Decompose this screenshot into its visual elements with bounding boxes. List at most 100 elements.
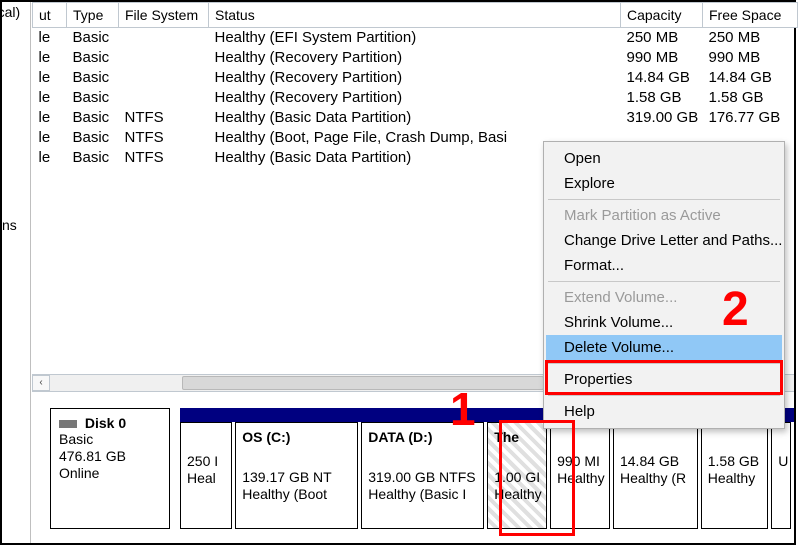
cell-fs (119, 28, 209, 48)
cell-cap: 990 MB (621, 48, 703, 68)
partition-name: OS (C:) (242, 429, 351, 469)
partition-status: Healthy (494, 486, 540, 503)
cell-type: Basic (67, 108, 119, 128)
disk-size: 476.81 GB (59, 448, 161, 465)
menu-shrink[interactable]: Shrink Volume... (546, 310, 782, 335)
partition-name (620, 429, 691, 453)
nav-item-local[interactable]: Local) (2, 2, 20, 22)
partition-status: Healthy (Boot (242, 486, 351, 503)
cell-ut: le (33, 28, 67, 48)
menu-open[interactable]: Open (546, 146, 782, 171)
partition-name: The (494, 429, 540, 469)
partition-status: Healthy (708, 470, 762, 487)
partition-block[interactable]: 1.58 GBHealthy (701, 422, 769, 529)
menu-mark-active: Mark Partition as Active (546, 203, 782, 228)
partition-size: 250 I (187, 453, 225, 470)
partition-name (708, 429, 762, 453)
cell-cap: 14.84 GB (621, 68, 703, 88)
cell-ut: le (33, 128, 67, 148)
scroll-thumb[interactable] (182, 376, 544, 390)
partition-size: 1.58 GB (708, 453, 762, 470)
partition-block[interactable]: 14.84 GBHealthy (R (613, 422, 698, 529)
menu-format[interactable]: Format... (546, 253, 782, 278)
cell-fs: NTFS (119, 108, 209, 128)
table-row[interactable]: leBasicHealthy (Recovery Partition)14.84… (33, 68, 798, 88)
partition-row: 250 IHealOS (C:)139.17 GB NTHealthy (Boo… (180, 422, 794, 529)
disk-icon (59, 420, 77, 428)
cell-ut: le (33, 148, 67, 168)
table-row[interactable]: leBasicHealthy (Recovery Partition)1.58 … (33, 88, 798, 108)
cell-fs: NTFS (119, 128, 209, 148)
partition-name (557, 429, 603, 453)
menu-separator (548, 363, 780, 364)
menu-separator (548, 199, 780, 200)
cell-free: 1.58 GB (703, 88, 798, 108)
cell-type: Basic (67, 88, 119, 108)
partition-name (778, 429, 784, 453)
table-row[interactable]: leBasicHealthy (Recovery Partition)990 M… (33, 48, 798, 68)
cell-free: 14.84 GB (703, 68, 798, 88)
col-freespace[interactable]: Free Space (703, 3, 798, 28)
disk-state: Online (59, 465, 161, 482)
cell-ut: le (33, 68, 67, 88)
cell-free: 176.77 GB (703, 108, 798, 128)
menu-explore[interactable]: Explore (546, 171, 782, 196)
partition-block[interactable]: U (771, 422, 791, 529)
partition-size: 1.00 GI (494, 469, 540, 486)
cell-type: Basic (67, 148, 119, 168)
partition-status: Healthy (R (620, 470, 691, 487)
menu-separator (548, 281, 780, 282)
cell-type: Basic (67, 28, 119, 48)
scroll-left-button[interactable]: ‹ (32, 375, 50, 391)
cell-ut: le (33, 48, 67, 68)
partition-block[interactable]: 990 MIHealthy (550, 422, 610, 529)
cell-status: Healthy (Recovery Partition) (209, 48, 621, 68)
partition-name (187, 429, 225, 453)
cell-status: Healthy (EFI System Partition) (209, 28, 621, 48)
disk-title: Disk 0 (85, 415, 126, 431)
partition-block[interactable]: DATA (D:)319.00 GB NTFSHealthy (Basic I (361, 422, 484, 529)
menu-delete[interactable]: Delete Volume... (546, 335, 782, 360)
nav-item-fragment[interactable]: ns (2, 217, 17, 233)
cell-type: Basic (67, 128, 119, 148)
cell-cap: 1.58 GB (621, 88, 703, 108)
cell-free: 990 MB (703, 48, 798, 68)
partition-size: 990 MI (557, 453, 603, 470)
col-capacity[interactable]: Capacity (621, 3, 703, 28)
cell-type: Basic (67, 48, 119, 68)
navigation-pane[interactable]: Local) ns (2, 2, 31, 543)
cell-ut: le (33, 88, 67, 108)
partition-size: 14.84 GB (620, 453, 691, 470)
col-type[interactable]: Type (67, 3, 119, 28)
partition-status: U (778, 453, 784, 470)
menu-extend: Extend Volume... (546, 285, 782, 310)
table-row[interactable]: leBasicHealthy (EFI System Partition)250… (33, 28, 798, 48)
partition-block[interactable]: 250 IHeal (180, 422, 232, 529)
table-header-row[interactable]: ut Type File System Status Capacity Free… (33, 3, 798, 28)
col-layout[interactable]: ut (33, 3, 67, 28)
cell-fs (119, 48, 209, 68)
volume-context-menu[interactable]: Open Explore Mark Partition as Active Ch… (543, 141, 785, 429)
cell-status: Healthy (Basic Data Partition) (209, 108, 621, 128)
disk-header-box[interactable]: Disk 0 Basic 476.81 GB Online (50, 408, 170, 529)
cell-free: 250 MB (703, 28, 798, 48)
cell-cap: 250 MB (621, 28, 703, 48)
partition-block[interactable]: The1.00 GIHealthy (487, 422, 547, 529)
partition-status: Healthy (Basic I (368, 486, 477, 503)
disk-type: Basic (59, 431, 161, 448)
partition-status: Heal (187, 470, 225, 487)
partition-size: 139.17 GB NT (242, 469, 351, 486)
menu-change-letter[interactable]: Change Drive Letter and Paths... (546, 228, 782, 253)
table-row[interactable]: leBasicNTFSHealthy (Basic Data Partition… (33, 108, 798, 128)
col-filesystem[interactable]: File System (119, 3, 209, 28)
menu-separator (548, 395, 780, 396)
col-status[interactable]: Status (209, 3, 621, 28)
cell-type: Basic (67, 68, 119, 88)
menu-properties[interactable]: Properties (546, 367, 782, 392)
menu-help[interactable]: Help (546, 399, 782, 424)
partition-block[interactable]: OS (C:)139.17 GB NTHealthy (Boot (235, 422, 358, 529)
cell-fs: NTFS (119, 148, 209, 168)
cell-fs (119, 88, 209, 108)
partition-status: Healthy (557, 470, 603, 487)
partition-size: 319.00 GB NTFS (368, 469, 477, 486)
